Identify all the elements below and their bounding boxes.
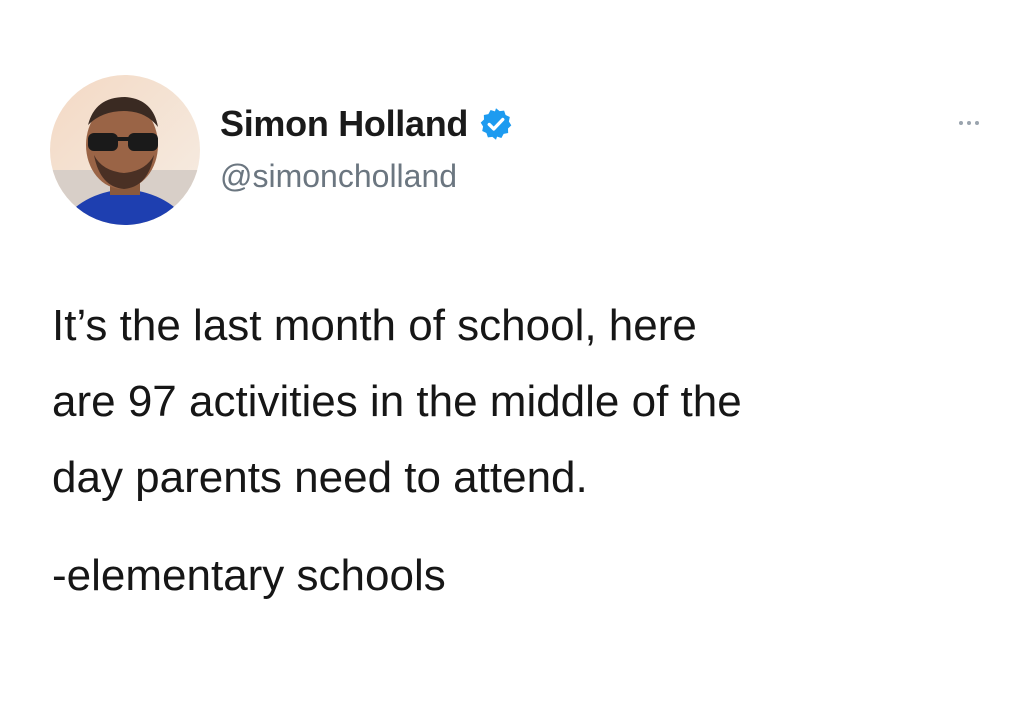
author-avatar[interactable] [50, 75, 200, 225]
tweet-body-line: are 97 activities in the middle of the [52, 377, 742, 426]
avatar-photo-icon [50, 75, 200, 225]
tweet-body: It’s the last month of school, here are … [52, 288, 992, 516]
tweet-body-line: It’s the last month of school, here [52, 301, 697, 350]
author-handle[interactable]: @simoncholland [220, 152, 514, 200]
verified-badge-icon [478, 106, 514, 142]
ellipsis-dot-icon [967, 121, 971, 125]
author-display-name[interactable]: Simon Holland [220, 100, 468, 148]
more-options-button[interactable] [944, 108, 994, 138]
ellipsis-dot-icon [959, 121, 963, 125]
ellipsis-dot-icon [975, 121, 979, 125]
tweet-body-line: day parents need to attend. [52, 453, 588, 502]
tweet-signoff: -elementary schools [52, 551, 446, 600]
author-name-row: Simon Holland [220, 100, 514, 148]
author-info[interactable]: Simon Holland @simoncholland [220, 100, 514, 200]
tweet-card: Simon Holland @simoncholland It’s the la… [0, 0, 1024, 717]
